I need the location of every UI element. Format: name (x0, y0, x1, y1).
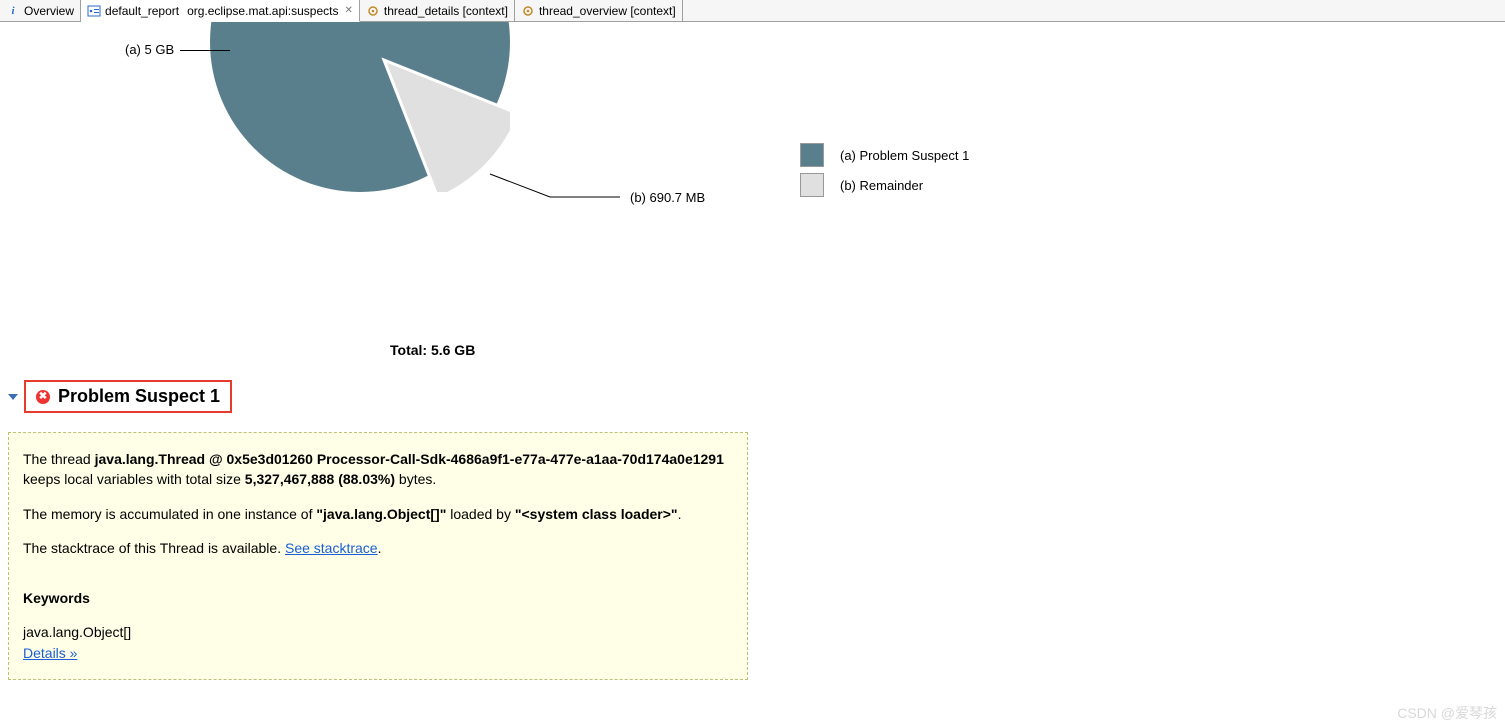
pie-legend: (a) Problem Suspect 1 (b) Remainder (800, 137, 969, 203)
tab-label-suffix: org.eclipse.mat.api:suspects (187, 4, 338, 18)
legend-label-b: (b) Remainder (840, 178, 923, 193)
pie-total-label: Total: 5.6 GB (390, 342, 475, 358)
watermark: CSDN @爱琴孩 (1397, 703, 1497, 723)
pie-label-a: (a) 5 GB (125, 42, 230, 57)
legend-swatch-a (800, 143, 824, 167)
tab-label-prefix: default_report (105, 4, 179, 18)
legend-label-a: (a) Problem Suspect 1 (840, 148, 969, 163)
info-icon: i (6, 4, 20, 18)
legend-row-b: (b) Remainder (800, 173, 969, 197)
keywords-value: java.lang.Object[] (23, 622, 733, 642)
suspect-description-panel: The thread java.lang.Thread @ 0x5e3d0126… (8, 432, 748, 680)
pie-label-a-text: (a) 5 GB (125, 42, 174, 57)
tab-spacer (683, 0, 1505, 21)
tab-label: thread_details [context] (384, 4, 508, 18)
section-header: ✖ Problem Suspect 1 (8, 380, 232, 413)
collapse-toggle-icon[interactable] (8, 394, 18, 400)
see-stacktrace-link[interactable]: See stacktrace (285, 540, 378, 556)
suspect-paragraph-2: The memory is accumulated in one instanc… (23, 504, 733, 524)
tab-label: thread_overview [context] (539, 4, 676, 18)
details-link[interactable]: Details » (23, 645, 77, 661)
pie-leader-b-line (490, 142, 630, 212)
pie-chart (210, 22, 510, 192)
tab-thread-details[interactable]: thread_details [context] (360, 0, 515, 21)
section-title: Problem Suspect 1 (58, 386, 220, 407)
close-icon[interactable]: ✕ (344, 5, 352, 16)
pie-label-b: (b) 690.7 MB (630, 190, 705, 205)
gear-icon (366, 4, 380, 18)
suspect-paragraph-1: The thread java.lang.Thread @ 0x5e3d0126… (23, 449, 733, 490)
tab-bar: i Overview default_report org.eclipse.ma… (0, 0, 1505, 22)
content-area: (a) 5 GB (b) 690.7 MB Total: 5.6 GB (a) … (0, 22, 1505, 727)
error-icon: ✖ (36, 390, 50, 404)
suspect-paragraph-3: The stacktrace of this Thread is availab… (23, 538, 733, 558)
legend-swatch-b (800, 173, 824, 197)
tab-default-report[interactable]: default_report org.eclipse.mat.api:suspe… (81, 0, 360, 22)
report-icon (87, 4, 101, 18)
tab-overview[interactable]: i Overview (0, 0, 81, 21)
tab-thread-overview[interactable]: thread_overview [context] (515, 0, 683, 21)
pie-chart-area: (a) 5 GB (b) 690.7 MB Total: 5.6 GB (90, 22, 730, 382)
keywords-heading: Keywords (23, 588, 733, 608)
section-title-box: ✖ Problem Suspect 1 (24, 380, 232, 413)
legend-row-a: (a) Problem Suspect 1 (800, 143, 969, 167)
pie-label-b-text: (b) 690.7 MB (630, 190, 705, 205)
gear-icon (521, 4, 535, 18)
tab-label: Overview (24, 4, 74, 18)
